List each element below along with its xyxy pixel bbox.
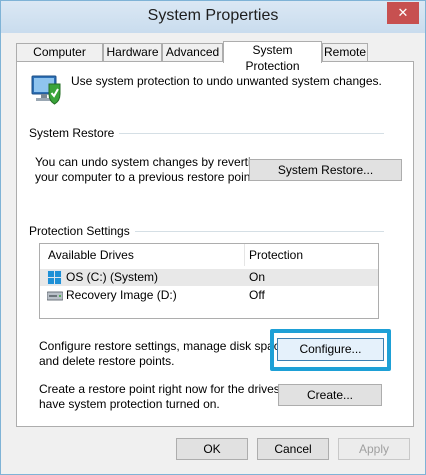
system-restore-description: You can undo system changes by reverting… xyxy=(35,155,265,184)
intro-text: Use system protection to undo unwanted s… xyxy=(71,74,382,88)
tab-computer-name[interactable]: Computer Name xyxy=(16,43,103,75)
tab-system-protection[interactable]: System Protection xyxy=(223,41,322,73)
drive-protection-status: Off xyxy=(249,288,265,302)
tab-hardware[interactable]: Hardware xyxy=(103,43,162,61)
tab-panel-system-protection: Use system protection to undo unwanted s… xyxy=(16,61,414,427)
title-bar[interactable]: System Properties ✕ xyxy=(1,1,425,33)
drive-name: Recovery Image (D:) xyxy=(66,288,177,302)
system-restore-group-label: System Restore xyxy=(29,126,120,140)
close-button[interactable]: ✕ xyxy=(387,2,419,24)
drive-row-recovery[interactable]: Recovery Image (D:) Off xyxy=(40,287,378,304)
apply-button[interactable]: Apply xyxy=(338,438,410,460)
system-restore-button[interactable]: System Restore... xyxy=(249,159,402,181)
window-title: System Properties xyxy=(147,7,279,24)
tab-advanced[interactable]: Advanced xyxy=(162,43,223,61)
drive-name: OS (C:) (System) xyxy=(66,270,158,284)
drive-protection-status: On xyxy=(249,270,266,284)
create-button[interactable]: Create... xyxy=(278,384,382,406)
cancel-button[interactable]: Cancel xyxy=(257,438,329,460)
close-icon: ✕ xyxy=(397,5,409,20)
column-header-protection[interactable]: Protection xyxy=(249,248,303,262)
ok-button[interactable]: OK xyxy=(176,438,248,460)
column-separator[interactable] xyxy=(244,244,245,266)
protection-settings-group-label: Protection Settings xyxy=(29,224,135,238)
create-description: Create a restore point right now for the… xyxy=(39,382,304,411)
disk-drive-icon xyxy=(46,288,64,306)
drives-list[interactable]: Available Drives Protection OS (C:) (Sys… xyxy=(39,243,379,319)
configure-button[interactable]: Configure... xyxy=(277,338,384,361)
system-properties-window: System Properties ✕ Computer Name Hardwa… xyxy=(0,0,426,475)
configure-description: Configure restore settings, manage disk … xyxy=(39,339,290,368)
windows-drive-icon xyxy=(47,270,62,288)
system-protection-icon xyxy=(29,72,63,106)
tab-remote[interactable]: Remote xyxy=(322,43,368,61)
column-header-available-drives[interactable]: Available Drives xyxy=(48,248,134,262)
drives-list-header: Available Drives Protection xyxy=(40,244,378,266)
drive-row-os[interactable]: OS (C:) (System) On xyxy=(40,269,378,286)
